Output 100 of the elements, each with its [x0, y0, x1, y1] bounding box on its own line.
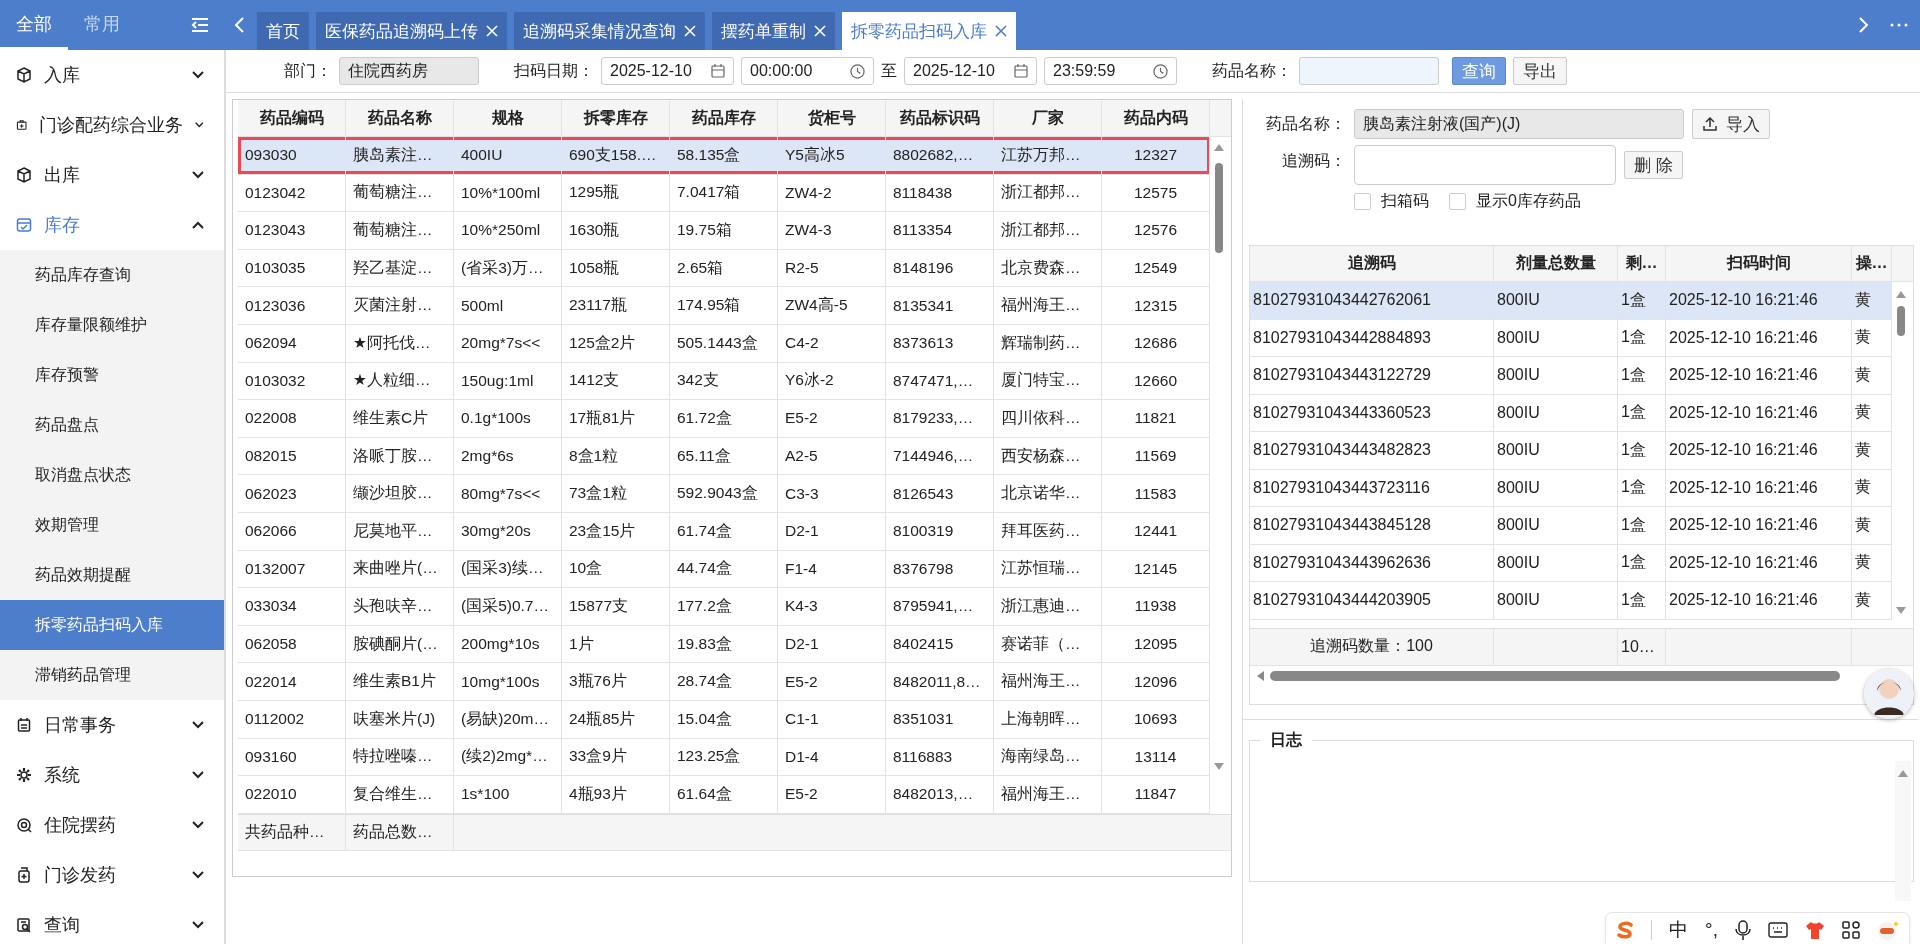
- column-header[interactable]: 厂家: [994, 100, 1102, 136]
- sidebar-item[interactable]: 库存: [0, 200, 224, 250]
- menu-icon[interactable]: [191, 17, 209, 33]
- avatar[interactable]: [1864, 669, 1914, 719]
- checkbox-option[interactable]: 显示0库存药品: [1449, 191, 1581, 212]
- submenu-item[interactable]: 库存量限额维护: [0, 300, 224, 350]
- table-row[interactable]: 062023 缬沙坦胶… 80mg*7s<< 73盒1粒 592.9043盒 C3-3 8126543 北京诺华… 11583: [238, 475, 1210, 513]
- chevron-left-icon[interactable]: [233, 16, 245, 34]
- page-tab[interactable]: 追溯码采集情况查询: [514, 12, 705, 50]
- table-row[interactable]: 093030 胰岛素注… 400IU 690支158.… 58.135盒 Y5高冰5 8802682,… 江苏万邦… 12327: [238, 137, 1210, 175]
- page-tab[interactable]: 医保药品追溯码上传: [316, 12, 507, 50]
- table-row[interactable]: 0132007 来曲唑片(… (国采3)续… 10盒 44.74盒 F1-4 8376798 江苏恒瑞… 12145: [238, 550, 1210, 589]
- mascot-icon[interactable]: [1877, 920, 1899, 940]
- column-header[interactable]: 扫码时间: [1666, 246, 1852, 281]
- column-header[interactable]: 操…: [1852, 246, 1892, 281]
- table-row[interactable]: 0112002 呋塞米片(J) (易缺)20m… 24瓶85片 15.04盒 C1-1 8351031 上海朝晖… 10693: [238, 700, 1210, 739]
- input-mode[interactable]: 中: [1669, 917, 1689, 943]
- table-row[interactable]: 022010 复合维生… 1s*100 4瓶93片 61.64盒 E5-2 8482013,… 福州海王… 11847: [238, 776, 1210, 814]
- trace-code-field[interactable]: [1354, 145, 1616, 185]
- submenu-item[interactable]: 药品库存查询: [0, 250, 224, 300]
- sidebar-item[interactable]: 门诊发药: [0, 850, 224, 900]
- column-header[interactable]: 剂量总数量: [1494, 246, 1618, 281]
- page-tab[interactable]: 首页: [257, 12, 309, 50]
- delete-button[interactable]: 删 除: [1624, 151, 1683, 179]
- column-header[interactable]: 药品编码: [238, 100, 346, 136]
- table-row[interactable]: 81027931043443962636 800IU 1盒 2025-12-10 16:21:46 黄: [1250, 544, 1892, 582]
- sidebar-item[interactable]: 系统: [0, 750, 224, 800]
- sidebar-item[interactable]: 日常事务: [0, 700, 224, 750]
- department-field[interactable]: 住院西药房: [339, 57, 479, 85]
- table-cell: 葡萄糖注…: [346, 212, 454, 249]
- table-cell: 81027931043443360523: [1250, 394, 1494, 431]
- checkbox-option[interactable]: 扫箱码: [1354, 191, 1429, 212]
- grid-icon[interactable]: [1842, 921, 1860, 939]
- checkbox[interactable]: [1449, 193, 1466, 210]
- submenu-item[interactable]: 取消盘点状态: [0, 450, 224, 500]
- export-button[interactable]: 导出: [1513, 57, 1567, 85]
- date-field[interactable]: 2025-12-10: [601, 57, 734, 85]
- column-header[interactable]: 规格: [454, 100, 562, 136]
- shirt-icon[interactable]: [1805, 921, 1825, 939]
- table-row[interactable]: 81027931043443360523 800IU 1盒 2025-12-10 16:21:46 黄: [1250, 394, 1892, 432]
- column-header[interactable]: 药品内码: [1102, 100, 1210, 136]
- table-row[interactable]: 81027931043442762061 800IU 1盒 2025-12-10 16:21:46 黄: [1250, 282, 1892, 320]
- column-header[interactable]: 药品库存: [670, 100, 778, 136]
- logo-icon[interactable]: [1616, 921, 1635, 939]
- table-cell: 123.25盒: [670, 738, 778, 776]
- table-row[interactable]: 81027931043444203905 800IU 1盒 2025-12-10 16:21:46 黄: [1250, 582, 1892, 620]
- time-field[interactable]: 23:59:59: [1044, 57, 1177, 85]
- column-header[interactable]: 药品标识码: [886, 100, 994, 136]
- column-header[interactable]: 货柜号: [778, 100, 886, 136]
- submenu-item[interactable]: 药品效期提醒: [0, 550, 224, 600]
- submenu-item[interactable]: 滞销药品管理: [0, 650, 224, 700]
- page-tab[interactable]: 摆药单重制: [712, 12, 835, 50]
- table-cell: 0103032: [238, 362, 346, 400]
- table-row[interactable]: 062066 尼莫地平… 30mg*20s 23盒15片 61.74盒 D2-1 8100319 拜耳医药… 12441: [238, 512, 1210, 551]
- table-row[interactable]: 0123036 灭菌注射… 500ml 23117瓶 174.95箱 ZW4高-5 8135341 福州海王… 12315: [238, 287, 1210, 325]
- drug-name-field[interactable]: [1299, 57, 1439, 85]
- column-header[interactable]: 拆零库存: [562, 100, 670, 136]
- submenu-item[interactable]: 药品盘点: [0, 400, 224, 450]
- inbox-icon: [16, 217, 32, 233]
- chevron-right-icon[interactable]: [1858, 16, 1870, 34]
- sidebar-item[interactable]: 查询: [0, 900, 224, 944]
- sidebar-item[interactable]: 出库: [0, 150, 224, 200]
- table-row[interactable]: 81027931043442884893 800IU 1盒 2025-12-10 16:21:46 黄: [1250, 319, 1892, 357]
- table-row[interactable]: 0123043 葡萄糖注… 10%*250ml 1630瓶 19.75箱 ZW4-3 8113354 浙江都邦… 12576: [238, 212, 1210, 250]
- date-field[interactable]: 2025-12-10: [904, 57, 1037, 85]
- table-row[interactable]: 022014 维生素B1片 10mg*100s 3瓶76片 28.74盒 E5-2 8482011,8… 福州海王… 12096: [238, 663, 1210, 701]
- table-row[interactable]: 033034 头孢呋辛… (国采5)0.7… 15877支 177.2盒 K4-3 8795941,… 浙江惠迪… 11938: [238, 588, 1210, 626]
- table-row[interactable]: 0103032 ★人粒细… 150ug:1ml 1412支 342支 Y6冰-2 8747471,… 厦门特宝… 12660: [238, 362, 1210, 401]
- table-row[interactable]: 0123042 葡萄糖注… 10%*100ml 1295瓶 7.0417箱 ZW4-2 8118438 浙江都邦… 12575: [238, 174, 1210, 213]
- submenu-item[interactable]: 效期管理: [0, 500, 224, 550]
- page-tab[interactable]: 拆零药品扫码入库: [842, 12, 1016, 50]
- microphone-icon[interactable]: [1735, 920, 1751, 940]
- sidebar-item[interactable]: 住院摆药: [0, 800, 224, 850]
- close-icon[interactable]: [995, 25, 1007, 37]
- table-row[interactable]: 082015 洛哌丁胺… 2mg*6s 8盒1粒 65.11盒 A2-5 7144946,… 西安杨森… 11569: [238, 437, 1210, 476]
- sidebar-item[interactable]: 门诊配药综合业务: [0, 100, 224, 150]
- bottle-icon: [16, 867, 32, 883]
- table-row[interactable]: 093160 特拉唑嗪… (续2)2mg*… 33盒9片 123.25盒 D1-4 8116883 海南绿岛… 13114: [238, 738, 1210, 777]
- table-row[interactable]: 022008 维生素C片 0.1g*100s 17瓶81片 61.72盒 E5-2 8179233,… 四川依科… 11821: [238, 400, 1210, 438]
- table-row[interactable]: 062058 胺碘酮片(… 200mg*10s 1片 19.83盒 D2-1 8402415 赛诺菲（… 12095: [238, 625, 1210, 664]
- scrollbar[interactable]: [1895, 761, 1911, 901]
- table-row[interactable]: 81027931043443122729 800IU 1盒 2025-12-10 16:21:46 黄: [1250, 357, 1892, 395]
- time-field[interactable]: 00:00:00: [741, 57, 874, 85]
- checkbox[interactable]: [1354, 193, 1371, 210]
- table-row[interactable]: 81027931043443845128 800IU 1盒 2025-12-10 16:21:46 黄: [1250, 507, 1892, 545]
- table-row[interactable]: 062094 ★阿托伐… 20mg*7s<< 125盒2片 505.1443盒 C4-2 8373613 辉瑞制药… 12686: [238, 324, 1210, 363]
- table-row[interactable]: 81027931043443482823 800IU 1盒 2025-12-10 16:21:46 黄: [1250, 432, 1892, 470]
- column-header[interactable]: 追溯码: [1250, 246, 1494, 281]
- table-row[interactable]: 81027931043443723116 800IU 1盒 2025-12-10 16:21:46 黄: [1250, 469, 1892, 507]
- column-header[interactable]: 剩…: [1618, 246, 1666, 281]
- table-row[interactable]: 0103035 羟乙基淀… (省采3)万… 1058瓶 2.65箱 R2-5 8148196 北京费森… 12549: [238, 249, 1210, 288]
- punctuation-toggle[interactable]: °,: [1705, 919, 1718, 941]
- table-cell: 10盒: [562, 550, 670, 588]
- submenu-item[interactable]: 拆零药品扫码入库: [0, 600, 224, 650]
- submenu-item[interactable]: 库存预警: [0, 350, 224, 400]
- more-icon[interactable]: [1890, 23, 1908, 27]
- sidebar-item[interactable]: 入库: [0, 50, 224, 100]
- keyboard-icon[interactable]: [1768, 922, 1788, 938]
- column-header[interactable]: 药品名称: [346, 100, 454, 136]
- import-button[interactable]: 导入: [1692, 109, 1770, 139]
